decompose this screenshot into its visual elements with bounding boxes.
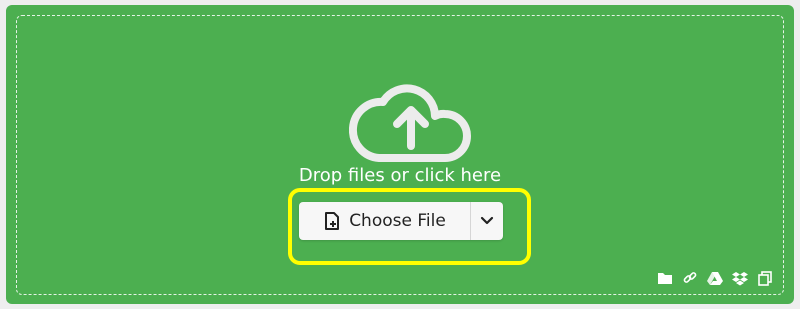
folder-icon[interactable] bbox=[657, 270, 673, 286]
file-dropzone[interactable]: Drop files or click here Choose File bbox=[16, 15, 784, 295]
drop-message: Drop files or click here bbox=[298, 165, 502, 186]
file-plus-icon bbox=[325, 212, 340, 230]
google-drive-icon[interactable] bbox=[707, 270, 723, 286]
clipboard-icon[interactable] bbox=[757, 270, 773, 286]
chevron-down-icon bbox=[480, 216, 494, 225]
link-icon[interactable] bbox=[682, 270, 698, 286]
upload-source-icons bbox=[657, 270, 773, 286]
choose-file-group: Choose File bbox=[299, 202, 503, 240]
choose-file-button[interactable]: Choose File bbox=[299, 202, 471, 240]
dropbox-icon[interactable] bbox=[732, 270, 748, 286]
cloud-upload-icon bbox=[349, 84, 471, 162]
upload-panel: Drop files or click here Choose File bbox=[6, 5, 794, 304]
choose-file-label: Choose File bbox=[349, 211, 446, 231]
choose-file-dropdown-button[interactable] bbox=[471, 202, 503, 240]
